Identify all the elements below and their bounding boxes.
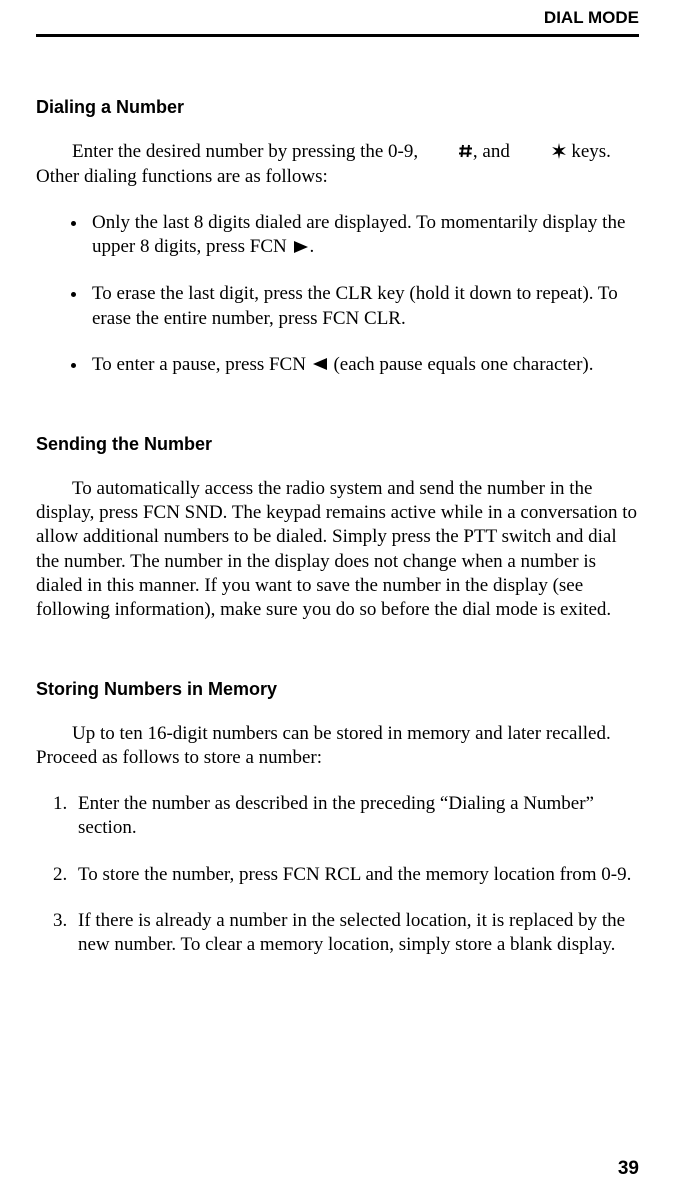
bullet-item: To enter a pause, press FCN (each pause … xyxy=(88,353,639,378)
page-header: DIAL MODE xyxy=(36,0,639,34)
text-fragment: , and xyxy=(473,141,515,162)
page-number: 39 xyxy=(618,1158,639,1180)
page-content: DIAL MODE Dialing a Number Enter the des… xyxy=(0,0,675,958)
heading-storing: Storing Numbers in Memory xyxy=(36,679,639,700)
text-fragment: Only the last 8 digits dialed are displa… xyxy=(92,212,625,257)
para-dialing-intro: Enter the desired number by pressing the… xyxy=(36,140,639,189)
bullet-list-dialing: Only the last 8 digits dialed are displa… xyxy=(36,211,639,378)
text-fragment: (each pause equals one character). xyxy=(329,354,594,375)
list-item: To store the number, press FCN RCL and t… xyxy=(72,863,639,887)
para-sending: To automatically access the radio system… xyxy=(36,477,639,623)
text-fragment: To enter a pause, press FCN xyxy=(92,354,311,375)
heading-sending: Sending the Number xyxy=(36,434,639,455)
hash-icon xyxy=(423,138,473,162)
bullet-item: To erase the last digit, press the CLR k… xyxy=(88,282,639,331)
text-fragment: . xyxy=(310,236,315,257)
list-item: If there is already a number in the sele… xyxy=(72,909,639,958)
ordered-list-storing: Enter the number as described in the pre… xyxy=(36,792,639,958)
text-fragment: Enter the desired number by pressing the… xyxy=(72,141,423,162)
header-rule xyxy=(36,34,639,37)
para-storing-intro: Up to ten 16-digit numbers can be stored… xyxy=(36,722,639,771)
right-triangle-icon xyxy=(292,234,310,258)
bullet-item: Only the last 8 digits dialed are displa… xyxy=(88,211,639,260)
header-title: DIAL MODE xyxy=(544,8,639,27)
list-item: Enter the number as described in the pre… xyxy=(72,792,639,841)
left-triangle-icon xyxy=(311,351,329,375)
heading-dialing: Dialing a Number xyxy=(36,97,639,118)
asterisk-icon xyxy=(515,138,567,162)
